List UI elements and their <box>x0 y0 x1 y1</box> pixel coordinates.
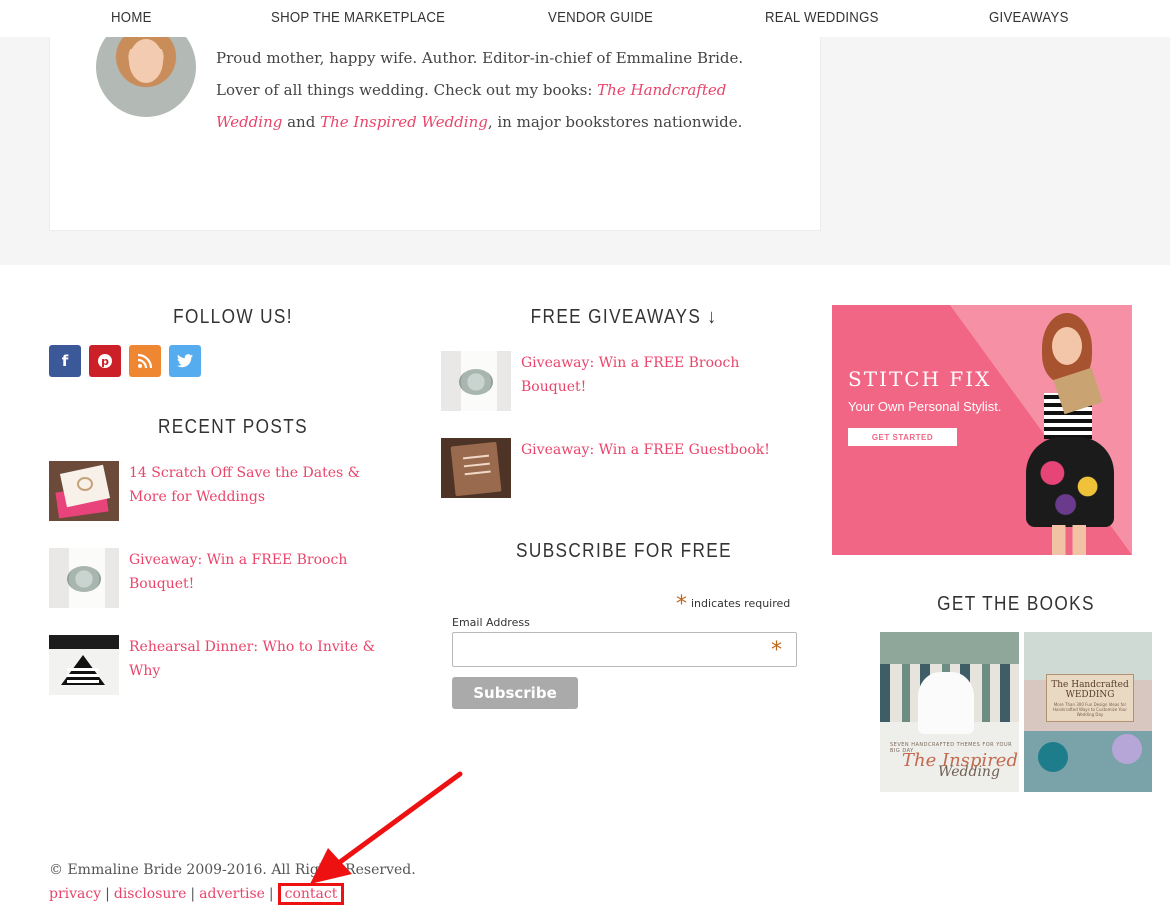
nav-real-weddings[interactable]: REAL WEDDINGS <box>765 9 879 26</box>
ad-model-image <box>1014 313 1124 555</box>
free-giveaways-title: FREE GIVEAWAYS ↓ <box>530 306 718 328</box>
author-card: Proud mother, happy wife. Author. Editor… <box>49 17 821 231</box>
svg-text:p: p <box>101 355 109 368</box>
footer-separator: | <box>105 886 110 902</box>
author-bio-end: , in major bookstores nationwide. <box>487 113 743 131</box>
footer-privacy-link[interactable]: privacy <box>49 886 101 902</box>
author-bio: Proud mother, happy wife. Author. Editor… <box>216 42 746 138</box>
recent-post-link[interactable]: 14 Scratch Off Save the Dates & More for… <box>129 461 389 509</box>
giveaway-thumbnail[interactable] <box>441 351 511 411</box>
nav-shop-marketplace[interactable]: SHOP THE MARKETPLACE <box>271 9 445 26</box>
stitch-fix-ad[interactable]: STITCH FIX Your Own Personal Stylist. GE… <box>832 305 1132 555</box>
handcrafted-title: The Handcrafted WEDDING <box>1051 680 1129 700</box>
required-asterisk: * <box>676 592 687 617</box>
pinterest-icon[interactable]: p <box>89 345 121 377</box>
facebook-icon[interactable]: f <box>49 345 81 377</box>
giveaway-link[interactable]: Giveaway: Win a FREE Brooch Bouquet! <box>521 351 791 399</box>
rss-glyph <box>137 353 153 369</box>
footer-links: privacy | disclosure | advertise | contact <box>49 883 345 905</box>
post-thumbnail[interactable] <box>49 548 119 608</box>
recent-posts-title: RECENT POSTS <box>157 416 308 438</box>
giveaway-thumbnail[interactable] <box>441 438 511 498</box>
top-navigation: HOME SHOP THE MARKETPLACE VENDOR GUIDE R… <box>0 0 1170 37</box>
post-thumbnail[interactable] <box>49 461 119 521</box>
giveaway-link[interactable]: Giveaway: Win a FREE Guestbook! <box>521 438 791 462</box>
rss-icon[interactable] <box>129 345 161 377</box>
avatar-face <box>129 39 163 83</box>
recent-post-item: Rehearsal Dinner: Who to Invite & Why <box>49 635 389 697</box>
twitter-icon[interactable] <box>169 345 201 377</box>
recent-post-link[interactable]: Rehearsal Dinner: Who to Invite & Why <box>129 635 389 683</box>
nav-giveaways[interactable]: GIVEAWAYS <box>989 9 1069 26</box>
required-note: * indicates required <box>676 592 790 617</box>
recent-post-link[interactable]: Giveaway: Win a FREE Brooch Bouquet! <box>129 548 409 596</box>
required-note-text: indicates required <box>691 597 791 610</box>
subscribe-button[interactable]: Subscribe <box>452 677 578 709</box>
get-the-books-title: GET THE BOOKS <box>937 593 1095 615</box>
book-link-inspired[interactable]: The Inspired Wedding <box>320 113 488 131</box>
giveaway-item: Giveaway: Win a FREE Brooch Bouquet! <box>441 351 791 413</box>
facebook-glyph: f <box>61 352 69 370</box>
ad-get-started-button[interactable]: GET STARTED <box>848 428 957 446</box>
giveaway-item: Giveaway: Win a FREE Guestbook! <box>441 438 791 500</box>
footer-disclosure-link[interactable]: disclosure <box>114 886 187 902</box>
author-bio-and: and <box>282 113 321 131</box>
pinterest-glyph: p <box>98 354 112 368</box>
subscribe-title: SUBSCRIBE FOR FREE <box>516 540 732 562</box>
footer-separator: | <box>268 886 274 902</box>
email-required-asterisk: * <box>771 638 782 663</box>
ad-brand: STITCH FIX <box>848 367 992 391</box>
email-field[interactable] <box>452 632 797 667</box>
nav-vendor-guide[interactable]: VENDOR GUIDE <box>548 9 653 26</box>
follow-us-title: FOLLOW US! <box>173 306 293 328</box>
recent-post-item: 14 Scratch Off Save the Dates & More for… <box>49 461 389 523</box>
author-section: Proud mother, happy wife. Author. Editor… <box>0 17 1170 265</box>
inspired-title-2: Wedding <box>938 764 1000 780</box>
nav-home[interactable]: HOME <box>111 9 152 26</box>
footer-advertise-link[interactable]: advertise <box>199 886 265 902</box>
email-label: Email Address <box>452 616 530 629</box>
ad-tagline: Your Own Personal Stylist. <box>848 399 1002 414</box>
copyright-text: © Emmaline Bride 2009-2016. All Rights R… <box>49 862 416 878</box>
inspired-wedding-book-cover[interactable]: SEVEN HANDCRAFTED THEMES FOR YOUR BIG DA… <box>880 632 1019 792</box>
footer-contact-link[interactable]: contact <box>277 883 345 905</box>
footer-separator: | <box>190 886 196 902</box>
recent-post-item: Giveaway: Win a FREE Brooch Bouquet! <box>49 548 389 610</box>
twitter-glyph <box>177 354 193 368</box>
handcrafted-wedding-book-cover[interactable]: The Handcrafted WEDDING More Than 300 Fu… <box>1024 632 1152 792</box>
handcrafted-subtitle: More Than 300 Fun Design Ideas for Handc… <box>1053 702 1127 717</box>
post-thumbnail[interactable] <box>49 635 119 695</box>
